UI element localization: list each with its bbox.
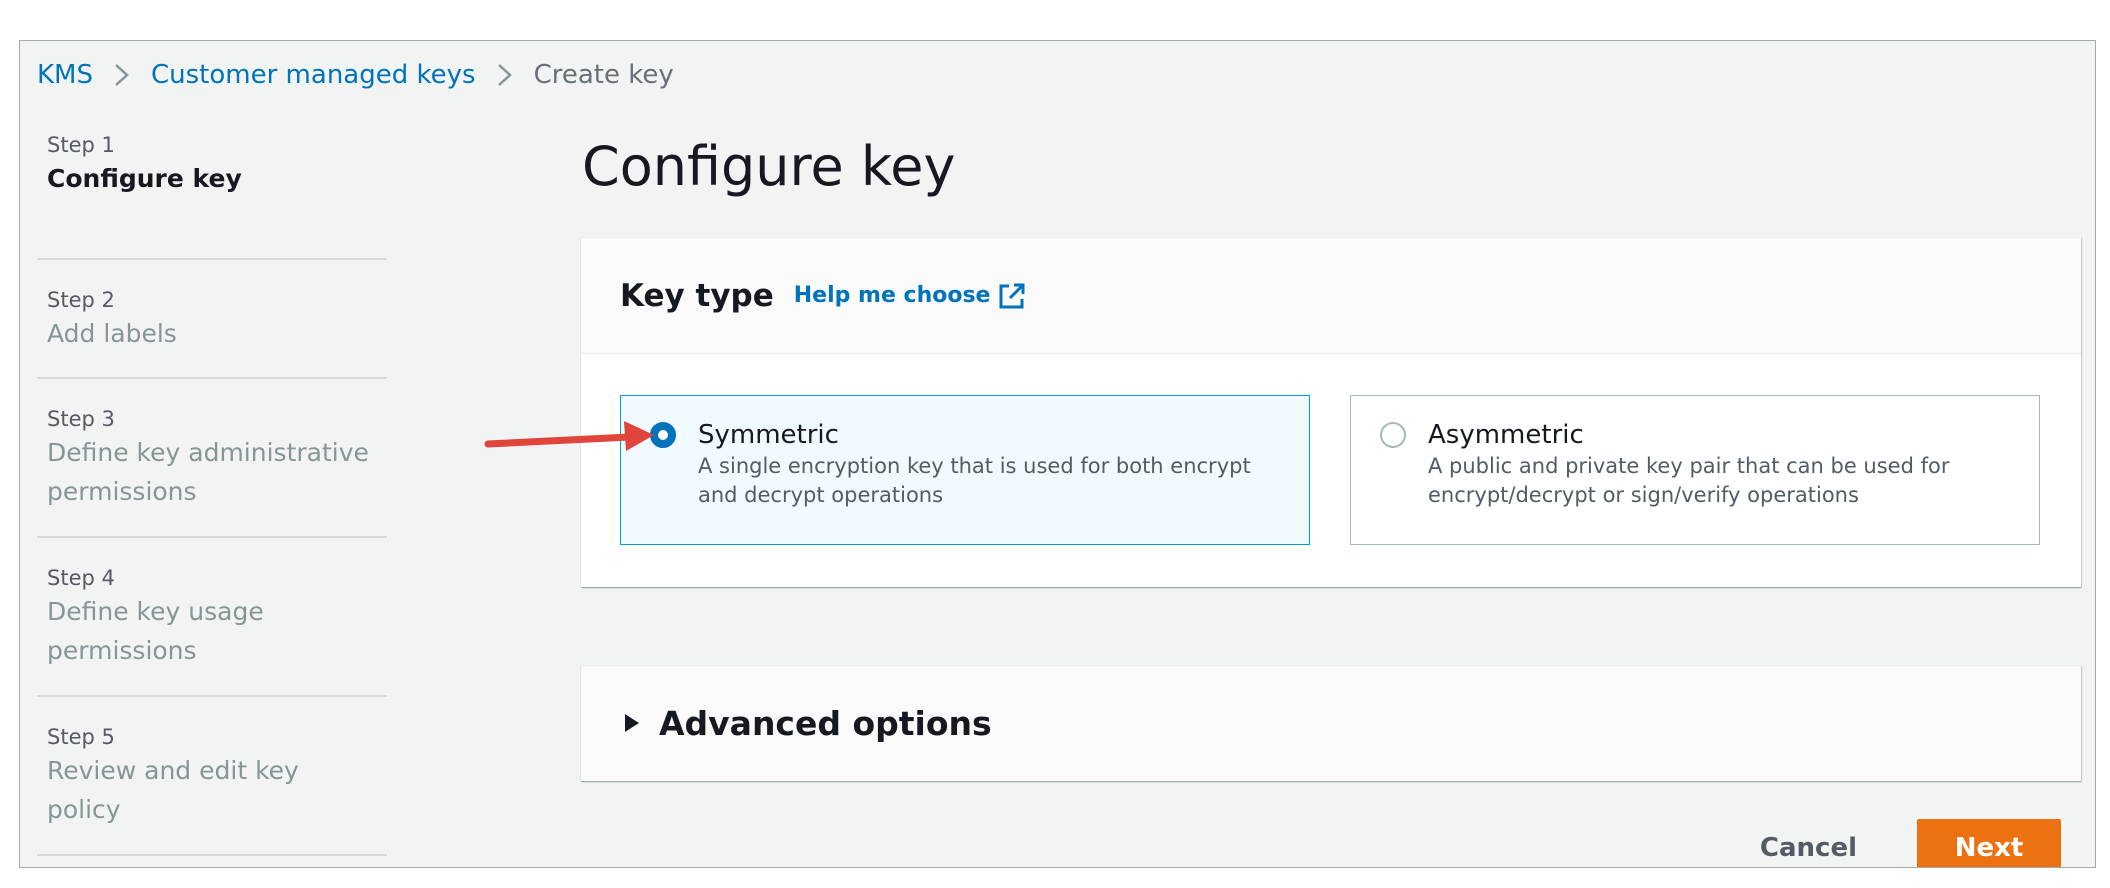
- wizard-step-5[interactable]: Step 5 Review and edit key policy: [37, 697, 387, 856]
- breadcrumb: KMS Customer managed keys Create key: [37, 55, 674, 95]
- page-title: Configure key: [582, 135, 956, 198]
- console-frame: KMS Customer managed keys Create key Ste…: [19, 40, 2096, 868]
- wizard-actions: Cancel Next: [1730, 819, 2061, 867]
- asymmetric-option-tile[interactable]: Asymmetric A public and private key pair…: [1350, 395, 2040, 545]
- breadcrumb-kms-link[interactable]: KMS: [37, 55, 93, 95]
- step-number: Step 4: [47, 566, 115, 590]
- advanced-options-panel: Advanced options: [581, 665, 2081, 781]
- chevron-right-icon: [111, 55, 133, 95]
- step-title: Review and edit key policy: [47, 756, 299, 824]
- cancel-button[interactable]: Cancel: [1730, 820, 1887, 867]
- step-number: Step 3: [47, 407, 115, 431]
- advanced-options-label: Advanced options: [659, 703, 992, 743]
- step-number: Step 5: [47, 725, 115, 749]
- step-title: Add labels: [47, 319, 177, 348]
- wizard-step-3[interactable]: Step 3 Define key administrative permiss…: [37, 379, 387, 538]
- wizard-step-4[interactable]: Step 4 Define key usage permissions: [37, 538, 387, 697]
- advanced-options-toggle[interactable]: Advanced options: [581, 666, 2081, 780]
- external-link-icon: [998, 282, 1026, 310]
- step-title: Configure key: [47, 164, 242, 193]
- next-button[interactable]: Next: [1917, 819, 2061, 867]
- help-me-choose-link[interactable]: Help me choose: [794, 282, 1027, 310]
- step-title: Define key administrative permissions: [47, 438, 369, 506]
- symmetric-label: Symmetric: [698, 420, 839, 450]
- key-type-heading: Key type: [620, 277, 774, 314]
- key-type-panel-header: Key type Help me choose: [581, 238, 2081, 354]
- asymmetric-description: A public and private key pair that can b…: [1428, 454, 1950, 507]
- key-type-options: Symmetric A single encryption key that i…: [620, 395, 2040, 545]
- symmetric-option-tile[interactable]: Symmetric A single encryption key that i…: [620, 395, 1310, 545]
- wizard-step-1: Step 1 Configure key: [37, 119, 387, 260]
- wizard-step-2[interactable]: Step 2 Add labels: [37, 260, 387, 379]
- symmetric-option-text: Symmetric A single encryption key that i…: [698, 418, 1278, 510]
- breadcrumb-current-page: Create key: [533, 60, 674, 90]
- chevron-right-icon: [494, 55, 516, 95]
- help-link-label: Help me choose: [793, 283, 991, 308]
- breadcrumb-customer-managed-keys-link[interactable]: Customer managed keys: [151, 55, 476, 95]
- asymmetric-radio[interactable]: [1380, 422, 1406, 448]
- key-type-panel: Key type Help me choose Symmetric A sing…: [581, 237, 2081, 587]
- caret-right-icon: [623, 712, 641, 734]
- step-number: Step 2: [47, 288, 115, 312]
- symmetric-description: A single encryption key that is used for…: [698, 454, 1251, 507]
- wizard-steps-nav: Step 1 Configure key Step 2 Add labels S…: [37, 119, 387, 856]
- asymmetric-option-text: Asymmetric A public and private key pair…: [1428, 418, 2008, 510]
- step-title: Define key usage permissions: [47, 597, 264, 665]
- step-number: Step 1: [47, 133, 115, 157]
- symmetric-radio[interactable]: [650, 422, 676, 448]
- asymmetric-label: Asymmetric: [1428, 420, 1584, 450]
